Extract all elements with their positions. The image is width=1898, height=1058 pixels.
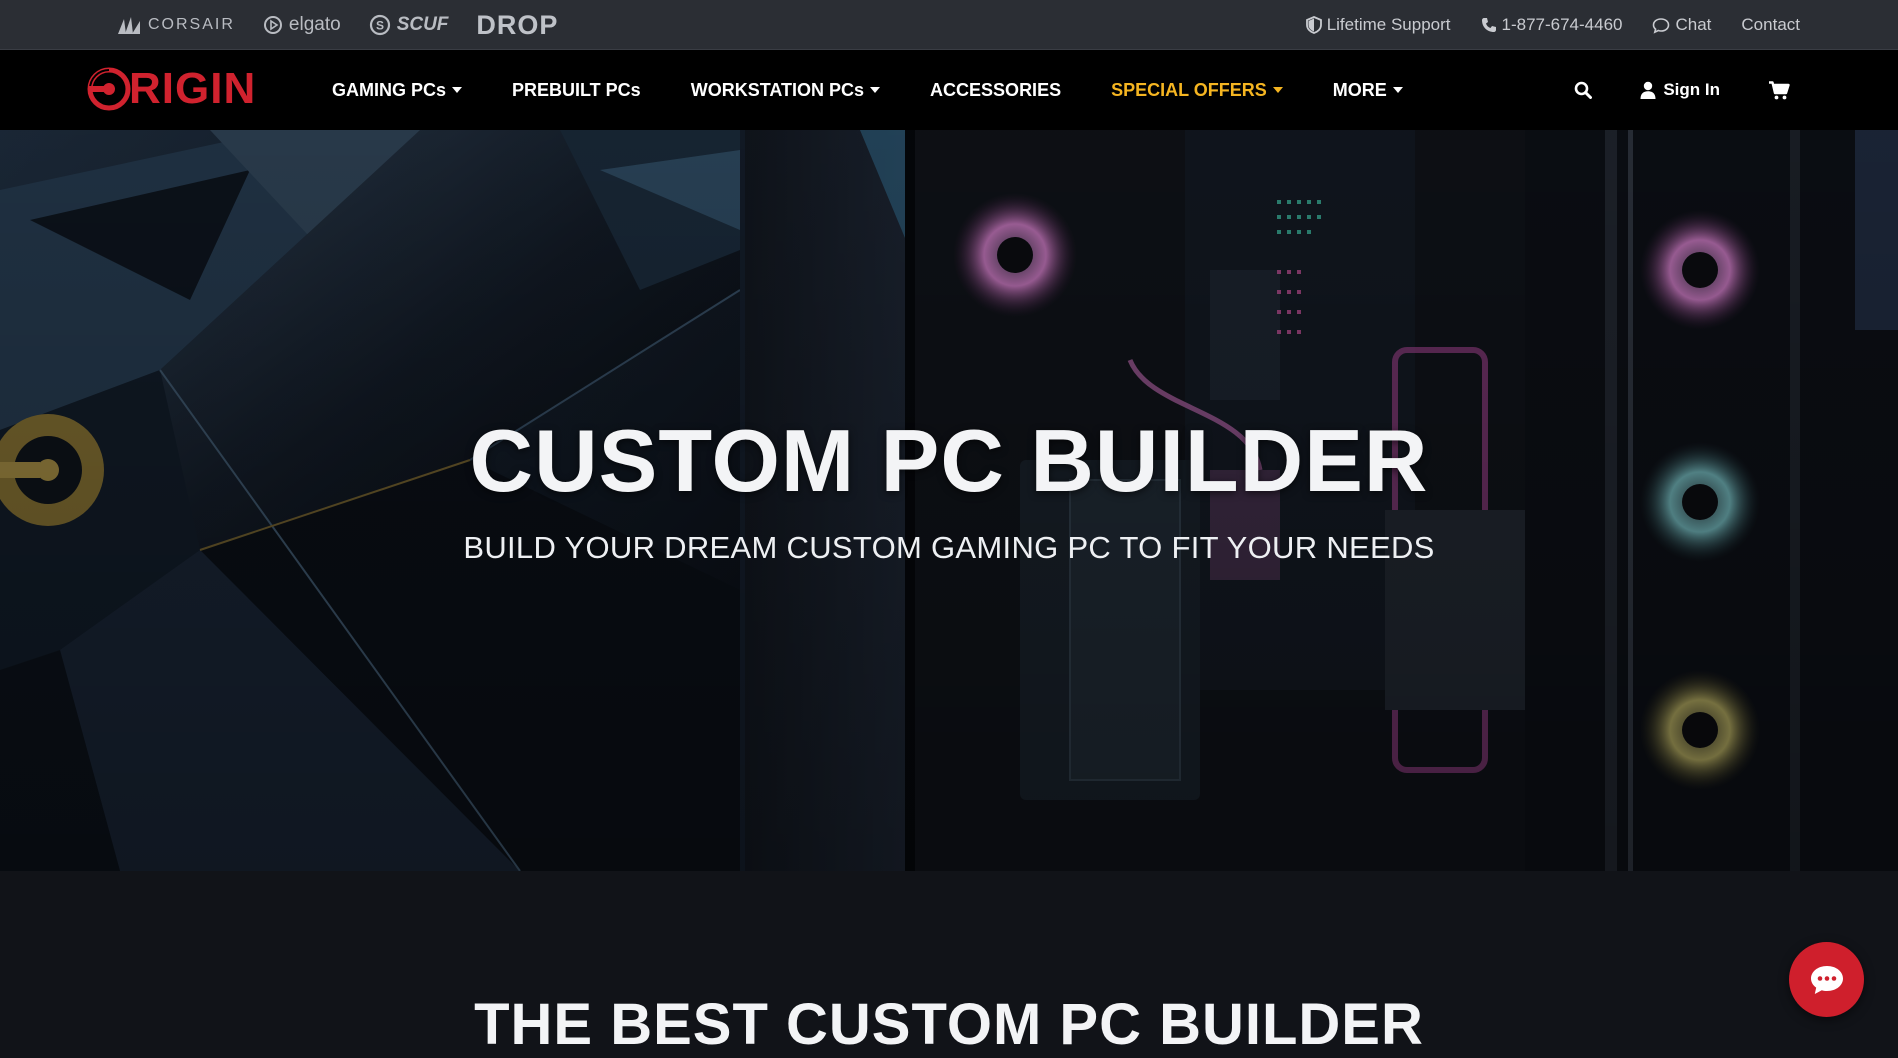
- nav-special-offers-label: SPECIAL OFFERS: [1111, 79, 1267, 100]
- cart-button[interactable]: [1768, 80, 1790, 100]
- contact-label: Contact: [1741, 15, 1800, 34]
- nav-prebuilt-pcs-label: PREBUILT PCs: [512, 79, 641, 100]
- caret-down-icon: [1392, 87, 1403, 93]
- nav-actions: Sign In: [1574, 50, 1790, 130]
- live-chat-button[interactable]: [1789, 942, 1864, 1017]
- chat-link[interactable]: Chat: [1652, 15, 1711, 35]
- nav-links: GAMING PCs PREBUILT PCs WORKSTATION PCs …: [332, 50, 1453, 130]
- phone-icon: [1481, 18, 1496, 32]
- brand-link-elgato[interactable]: elgato: [263, 14, 341, 36]
- family-brands: CORSAIR elgato S SCUF DROP: [116, 0, 558, 50]
- caret-down-icon: [870, 87, 881, 93]
- nav-accessories[interactable]: ACCESSORIES: [930, 80, 1061, 101]
- nav-accessories-label: ACCESSORIES: [930, 79, 1062, 100]
- hero-title: CUSTOM PC BUILDER: [469, 411, 1429, 510]
- brand-name-scuf: SCUF: [396, 14, 449, 35]
- sign-in-button[interactable]: Sign In: [1640, 80, 1720, 100]
- shield-icon: [1305, 16, 1322, 34]
- contact-link[interactable]: Contact: [1741, 15, 1800, 35]
- svg-text:S: S: [376, 19, 384, 33]
- sign-in-label: Sign In: [1663, 80, 1720, 99]
- brand-name-drop: DROP: [476, 9, 559, 40]
- search-button[interactable]: [1574, 81, 1593, 99]
- nav-more-label: MORE: [1332, 79, 1387, 100]
- caret-down-icon: [452, 87, 463, 93]
- brand-name-corsair: CORSAIR: [148, 16, 235, 33]
- brand-name-elgato: elgato: [288, 14, 341, 35]
- scuf-icon: S: [369, 14, 390, 36]
- lifetime-support-label: Lifetime Support: [1326, 15, 1451, 34]
- origin-logo[interactable]: RIGIN: [86, 66, 256, 112]
- hero-subtitle: BUILD YOUR DREAM CUSTOM GAMING PC TO FIT…: [463, 530, 1435, 565]
- hero-banner: CUSTOM PC BUILDER BUILD YOUR DREAM CUSTO…: [0, 130, 1898, 871]
- origin-o-emblem-icon: [87, 67, 131, 111]
- nav-more[interactable]: MORE: [1333, 80, 1403, 101]
- caret-down-icon: [1272, 87, 1283, 93]
- section-heading: THE BEST CUSTOM PC BUILDER: [474, 992, 1424, 1057]
- logo-wordmark: RIGIN: [129, 64, 257, 113]
- nav-workstation-pcs-label: WORKSTATION PCs: [690, 79, 865, 100]
- elgato-icon: [263, 16, 282, 34]
- chat-dots-icon: [1810, 965, 1843, 994]
- brand-link-drop[interactable]: DROP: [476, 10, 558, 41]
- phone-link[interactable]: 1-877-674-4460: [1481, 15, 1623, 35]
- utility-links: Lifetime Support 1-877-674-4460 Chat Con…: [1305, 0, 1800, 50]
- chat-label: Chat: [1675, 15, 1712, 34]
- brand-link-corsair[interactable]: CORSAIR: [116, 15, 235, 35]
- user-icon: [1640, 81, 1656, 99]
- nav-prebuilt-pcs[interactable]: PREBUILT PCs: [512, 80, 641, 101]
- corsair-sails-icon: [118, 17, 140, 34]
- nav-special-offers[interactable]: SPECIAL OFFERS: [1111, 80, 1283, 101]
- lifetime-support-link[interactable]: Lifetime Support: [1305, 15, 1451, 35]
- nav-workstation-pcs[interactable]: WORKSTATION PCs: [690, 79, 881, 101]
- main-navigation: RIGIN GAMING PCs PREBUILT PCs WORKSTATIO…: [0, 50, 1898, 130]
- nav-gaming-pcs-label: GAMING PCs: [332, 79, 447, 100]
- phone-number: 1-877-674-4460: [1501, 15, 1623, 34]
- search-icon: [1575, 81, 1593, 99]
- cart-icon: [1769, 80, 1790, 99]
- brand-link-scuf[interactable]: S SCUF: [369, 14, 449, 36]
- nav-gaming-pcs[interactable]: GAMING PCs: [332, 79, 463, 101]
- chat-bubble-icon: [1653, 17, 1670, 34]
- utility-bar: CORSAIR elgato S SCUF DROP Lifetime Supp…: [0, 0, 1898, 50]
- intro-section: THE BEST CUSTOM PC BUILDER: [0, 871, 1898, 1057]
